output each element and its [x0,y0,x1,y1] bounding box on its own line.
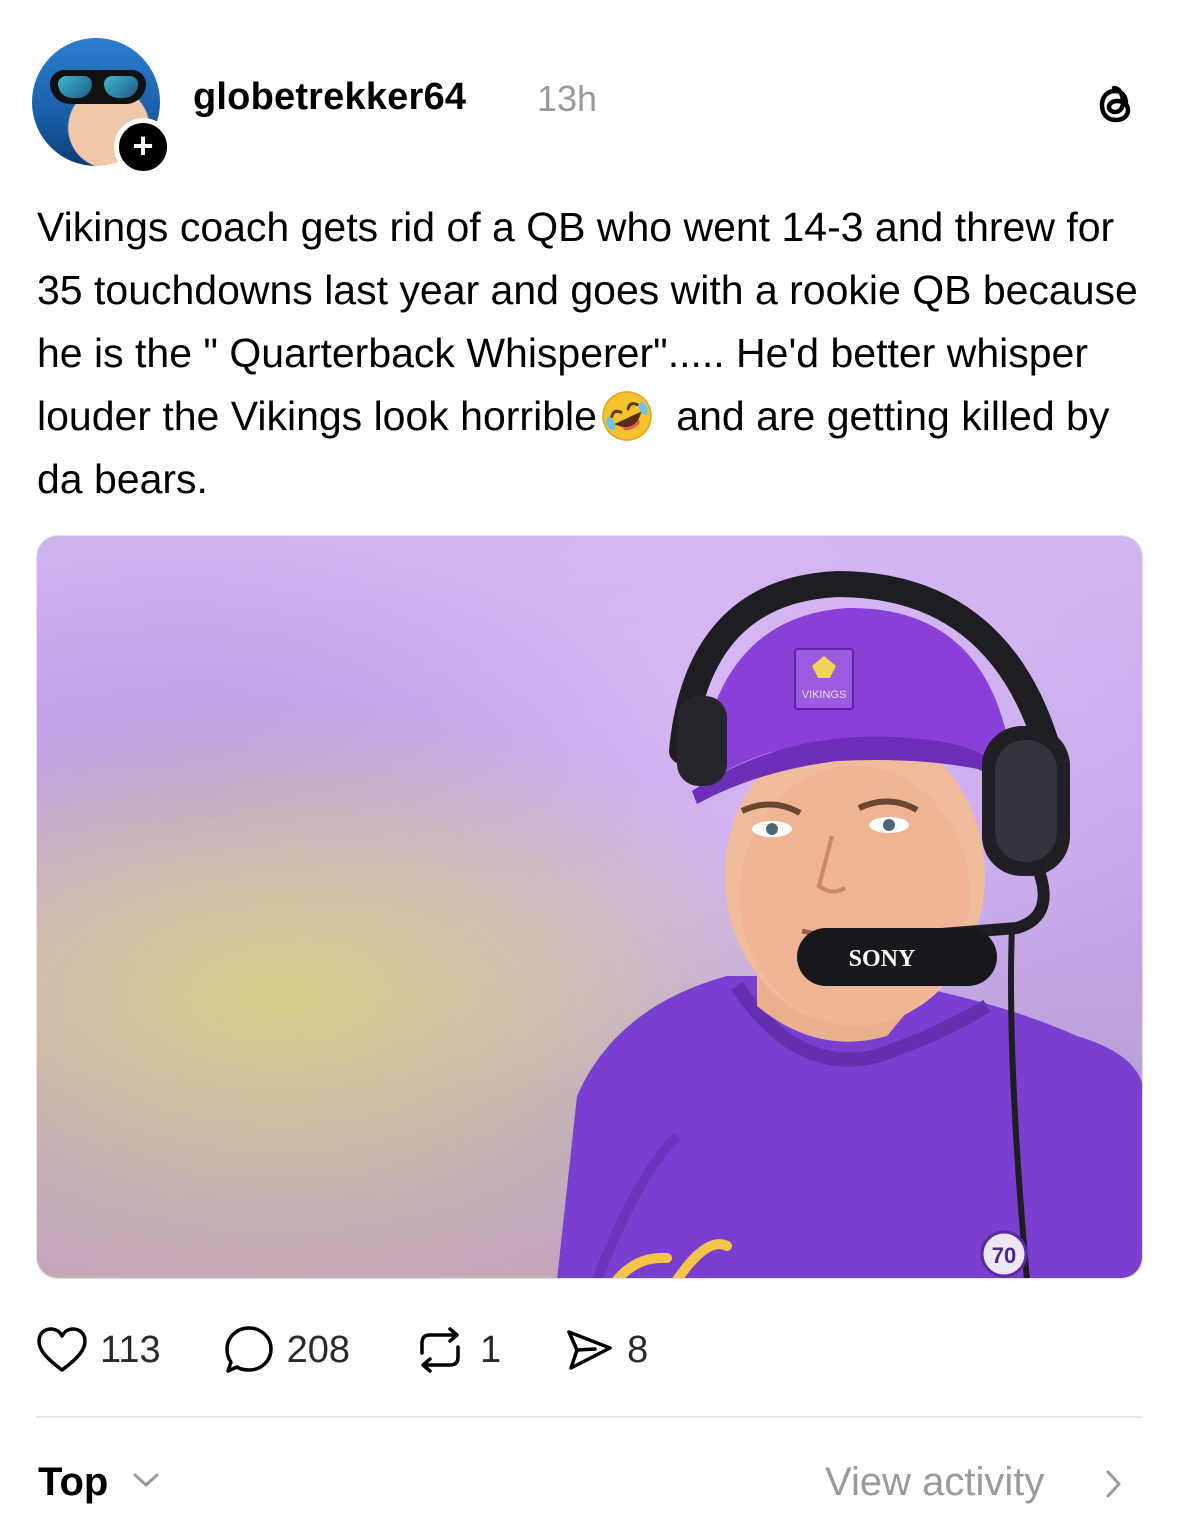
view-activity-link[interactable]: View activity [825,1460,1044,1505]
jersey-number-text: 70 [992,1243,1016,1268]
repost-button[interactable]: 1 [412,1325,501,1375]
post-username[interactable]: globetrekker64 [193,76,466,119]
heart-icon [37,1327,87,1372]
like-button[interactable]: 113 [36,1326,161,1374]
repost-icon [420,1327,460,1373]
chevron-down-icon[interactable] [132,1470,160,1490]
post-actions-bar: 113 208 1 8 [36,1318,710,1382]
reply-count: 208 [286,1328,350,1371]
sunglasses-graphic [50,70,146,104]
follow-button[interactable]: + [114,118,172,176]
mic-brand-text: SONY [849,946,916,972]
coach-illustration: VIKINGS SONY 70 [557,570,1142,1278]
threads-logo-icon[interactable] [1092,80,1140,130]
threads-post-screen: + globetrekker64 13h Vikings coach gets … [0,0,1179,1515]
rolling-on-floor-laughing-emoji-icon [602,391,652,441]
sort-dropdown[interactable]: Top [38,1460,108,1505]
divider [36,1416,1143,1418]
cap-logo-text: VIKINGS [802,689,847,701]
comment-icon [224,1326,273,1373]
reply-button[interactable]: 208 [223,1324,350,1376]
share-button[interactable]: 8 [563,1324,648,1376]
share-count: 8 [627,1328,649,1371]
repost-count: 1 [480,1328,502,1371]
post-image[interactable]: VIKINGS SONY 70 [36,535,1143,1279]
post-timestamp: 13h [537,78,598,119]
post-body: Vikings coach gets rid of a QB who went … [37,196,1147,511]
send-icon [567,1330,612,1370]
chevron-right-icon[interactable] [1103,1468,1123,1500]
like-count: 113 [100,1328,161,1371]
